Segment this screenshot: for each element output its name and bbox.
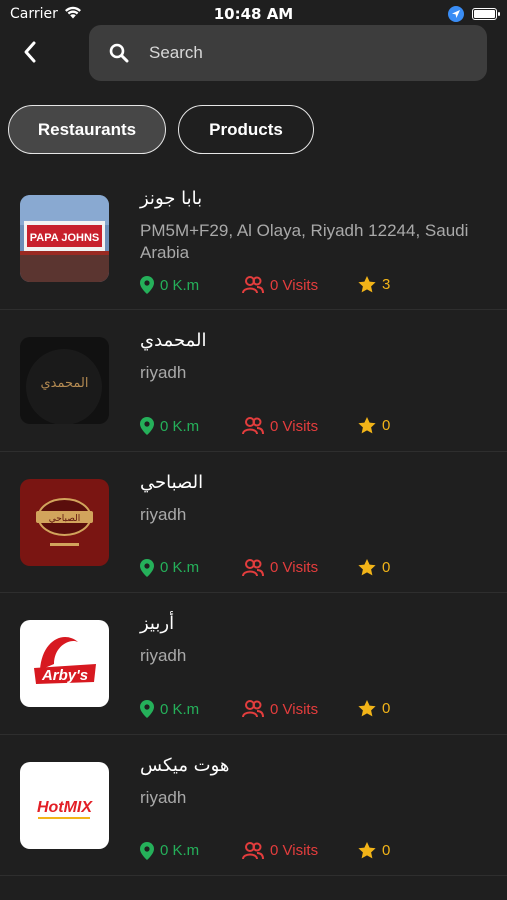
- svg-text:المحمدي: المحمدي: [41, 376, 89, 391]
- distance-label: 0 K.m: [160, 700, 200, 718]
- restaurant-address: riyadh: [140, 646, 187, 665]
- star-icon: [358, 841, 376, 858]
- svg-text:HotMIX: HotMIX: [37, 799, 93, 816]
- restaurant-name: المحمدي: [140, 330, 207, 351]
- visits-label: 0 Visits: [270, 276, 319, 294]
- restaurant-name: هوت ميكس: [140, 754, 230, 776]
- restaurant-logo: PAPA JOHNS: [20, 195, 109, 282]
- list-item[interactable]: المحمدي المحمدي riyadh 0 K.m 0 Visits 0: [0, 310, 507, 452]
- distance-label: 0 K.m: [160, 559, 200, 576]
- visitors-icon: [242, 841, 264, 859]
- distance-label: 0 K.m: [160, 842, 200, 859]
- restaurant-logo: المحمدي: [20, 337, 109, 424]
- location-pin-icon: [140, 700, 154, 718]
- list-item[interactable]: PAPA JOHNS بابا جونز PM5M+F29, Al Olaya,…: [0, 168, 507, 310]
- visitors-icon: [242, 417, 264, 435]
- list-item[interactable]: HotMIX هوت ميكس riyadh 0 K.m 0 Visits 0: [0, 735, 507, 876]
- restaurant-address: PM5M+F29, Al Olaya, Riyadh 12244, Saudi …: [140, 221, 469, 262]
- rating-label: 0: [382, 417, 391, 434]
- restaurant-meta: 0 K.m 0 Visits 0: [140, 417, 500, 439]
- visitors-icon: [242, 700, 264, 718]
- search-bar[interactable]: [89, 25, 487, 81]
- restaurant-logo: الصباحي: [20, 478, 109, 566]
- distance-label: 0 K.m: [160, 276, 200, 294]
- location-pin-icon: [140, 558, 154, 577]
- tab-restaurants[interactable]: Restaurants: [8, 105, 166, 154]
- tab-products[interactable]: Products: [178, 105, 314, 154]
- restaurant-logo: HotMIX: [20, 761, 109, 849]
- visits-label: 0 Visits: [270, 417, 319, 435]
- restaurant-address: riyadh: [140, 787, 187, 807]
- star-icon: [358, 700, 376, 717]
- wifi-icon: [64, 6, 82, 23]
- list-item[interactable]: الصباحي الصباحي riyadh 0 K.m 0 Visits 0: [0, 452, 507, 593]
- restaurant-list: PAPA JOHNS بابا جونز PM5M+F29, Al Olaya,…: [0, 168, 507, 876]
- star-icon: [358, 276, 376, 293]
- location-pin-icon: [140, 841, 154, 860]
- star-icon: [358, 558, 376, 575]
- location-pin-icon: [140, 417, 154, 435]
- restaurant-meta: 0 K.m 0 Visits 0: [140, 841, 500, 864]
- carrier-label: Carrier: [10, 6, 58, 22]
- restaurant-meta: 0 K.m 0 Visits 0: [140, 700, 500, 722]
- list-item[interactable]: Arby's أربيز riyadh 0 K.m 0 Visits 0: [0, 593, 507, 735]
- restaurant-meta: 0 K.m 0 Visits 0: [140, 558, 500, 581]
- distance-label: 0 K.m: [160, 417, 200, 435]
- visitors-icon: [242, 558, 264, 576]
- back-button[interactable]: [14, 36, 46, 68]
- battery-icon: [472, 8, 500, 20]
- visitors-icon: [242, 276, 264, 294]
- visits-label: 0 Visits: [270, 700, 319, 718]
- rating-label: 0: [382, 700, 391, 717]
- restaurant-meta: 0 K.m 0 Visits 3: [140, 276, 500, 298]
- search-input[interactable]: [149, 43, 449, 63]
- restaurant-address: riyadh: [140, 363, 187, 382]
- restaurant-logo: Arby's: [20, 620, 109, 707]
- rating-label: 3: [382, 276, 391, 293]
- restaurant-name: بابا جونز: [140, 188, 203, 209]
- restaurant-name: أربيز: [140, 613, 175, 634]
- restaurant-address: riyadh: [140, 504, 187, 524]
- star-icon: [358, 417, 376, 434]
- visits-label: 0 Visits: [270, 842, 319, 859]
- location-arrow-icon: [448, 6, 464, 22]
- visits-label: 0 Visits: [270, 559, 319, 576]
- restaurant-name: الصباحي: [140, 471, 204, 493]
- location-pin-icon: [140, 276, 154, 294]
- rating-label: 0: [382, 841, 391, 859]
- search-icon: [109, 43, 129, 63]
- svg-text:Arby's: Arby's: [41, 667, 88, 684]
- svg-text:الصباحي: الصباحي: [49, 514, 81, 524]
- rating-label: 0: [382, 558, 391, 576]
- svg-text:PAPA JOHNS: PAPA JOHNS: [30, 232, 99, 244]
- header: [0, 24, 507, 82]
- category-tabs: Restaurants Products: [8, 105, 314, 154]
- chevron-left-icon: [24, 41, 36, 63]
